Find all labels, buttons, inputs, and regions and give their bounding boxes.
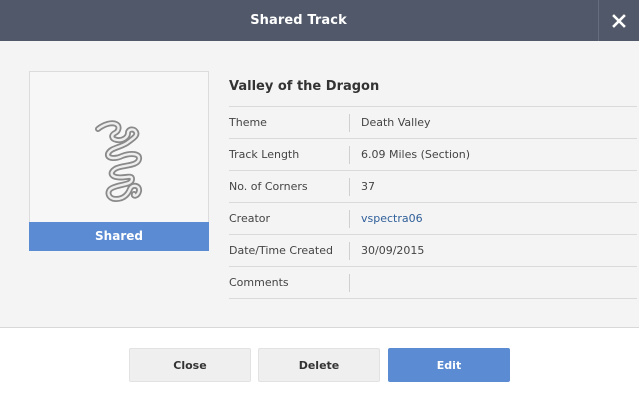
info-label: No. of Corners xyxy=(229,180,308,193)
info-divider xyxy=(349,209,350,228)
info-row-theme: Theme Death Valley xyxy=(229,107,637,139)
shared-status-badge: Shared xyxy=(29,222,209,251)
edit-button[interactable]: Edit xyxy=(388,348,510,382)
close-icon xyxy=(612,13,626,28)
info-label: Creator xyxy=(229,212,271,225)
track-info-table: Theme Death Valley Track Length 6.09 Mil… xyxy=(229,106,637,299)
info-value: Death Valley xyxy=(361,116,431,129)
info-divider xyxy=(349,145,350,164)
info-row-date-created: Date/Time Created 30/09/2015 xyxy=(229,235,637,267)
info-divider xyxy=(349,177,350,196)
info-label: Comments xyxy=(229,276,289,289)
track-outline-icon xyxy=(95,120,143,202)
track-details-panel: Shared Valley of the Dragon Theme Death … xyxy=(0,41,639,328)
info-row-creator: Creator vspectra06 xyxy=(229,203,637,235)
creator-link[interactable]: vspectra06 xyxy=(361,212,423,225)
info-row-track-length: Track Length 6.09 Miles (Section) xyxy=(229,139,637,171)
info-value: 37 xyxy=(361,180,375,193)
info-divider xyxy=(349,241,350,260)
info-row-comments: Comments xyxy=(229,267,637,299)
info-value: 6.09 Miles (Section) xyxy=(361,148,471,161)
delete-button[interactable]: Delete xyxy=(258,348,380,382)
close-dialog-button[interactable] xyxy=(598,0,639,41)
dialog-footer: Close Delete Edit xyxy=(0,329,639,403)
info-label: Theme xyxy=(229,116,267,129)
info-label: Date/Time Created xyxy=(229,244,333,257)
info-divider xyxy=(349,273,350,292)
info-label: Track Length xyxy=(229,148,300,161)
dialog-titlebar: Shared Track xyxy=(0,0,639,41)
dialog-title: Shared Track xyxy=(250,13,347,28)
info-divider xyxy=(349,113,350,132)
track-name: Valley of the Dragon xyxy=(229,79,380,94)
close-button[interactable]: Close xyxy=(129,348,251,382)
info-row-corners: No. of Corners 37 xyxy=(229,171,637,203)
info-value: 30/09/2015 xyxy=(361,244,425,257)
